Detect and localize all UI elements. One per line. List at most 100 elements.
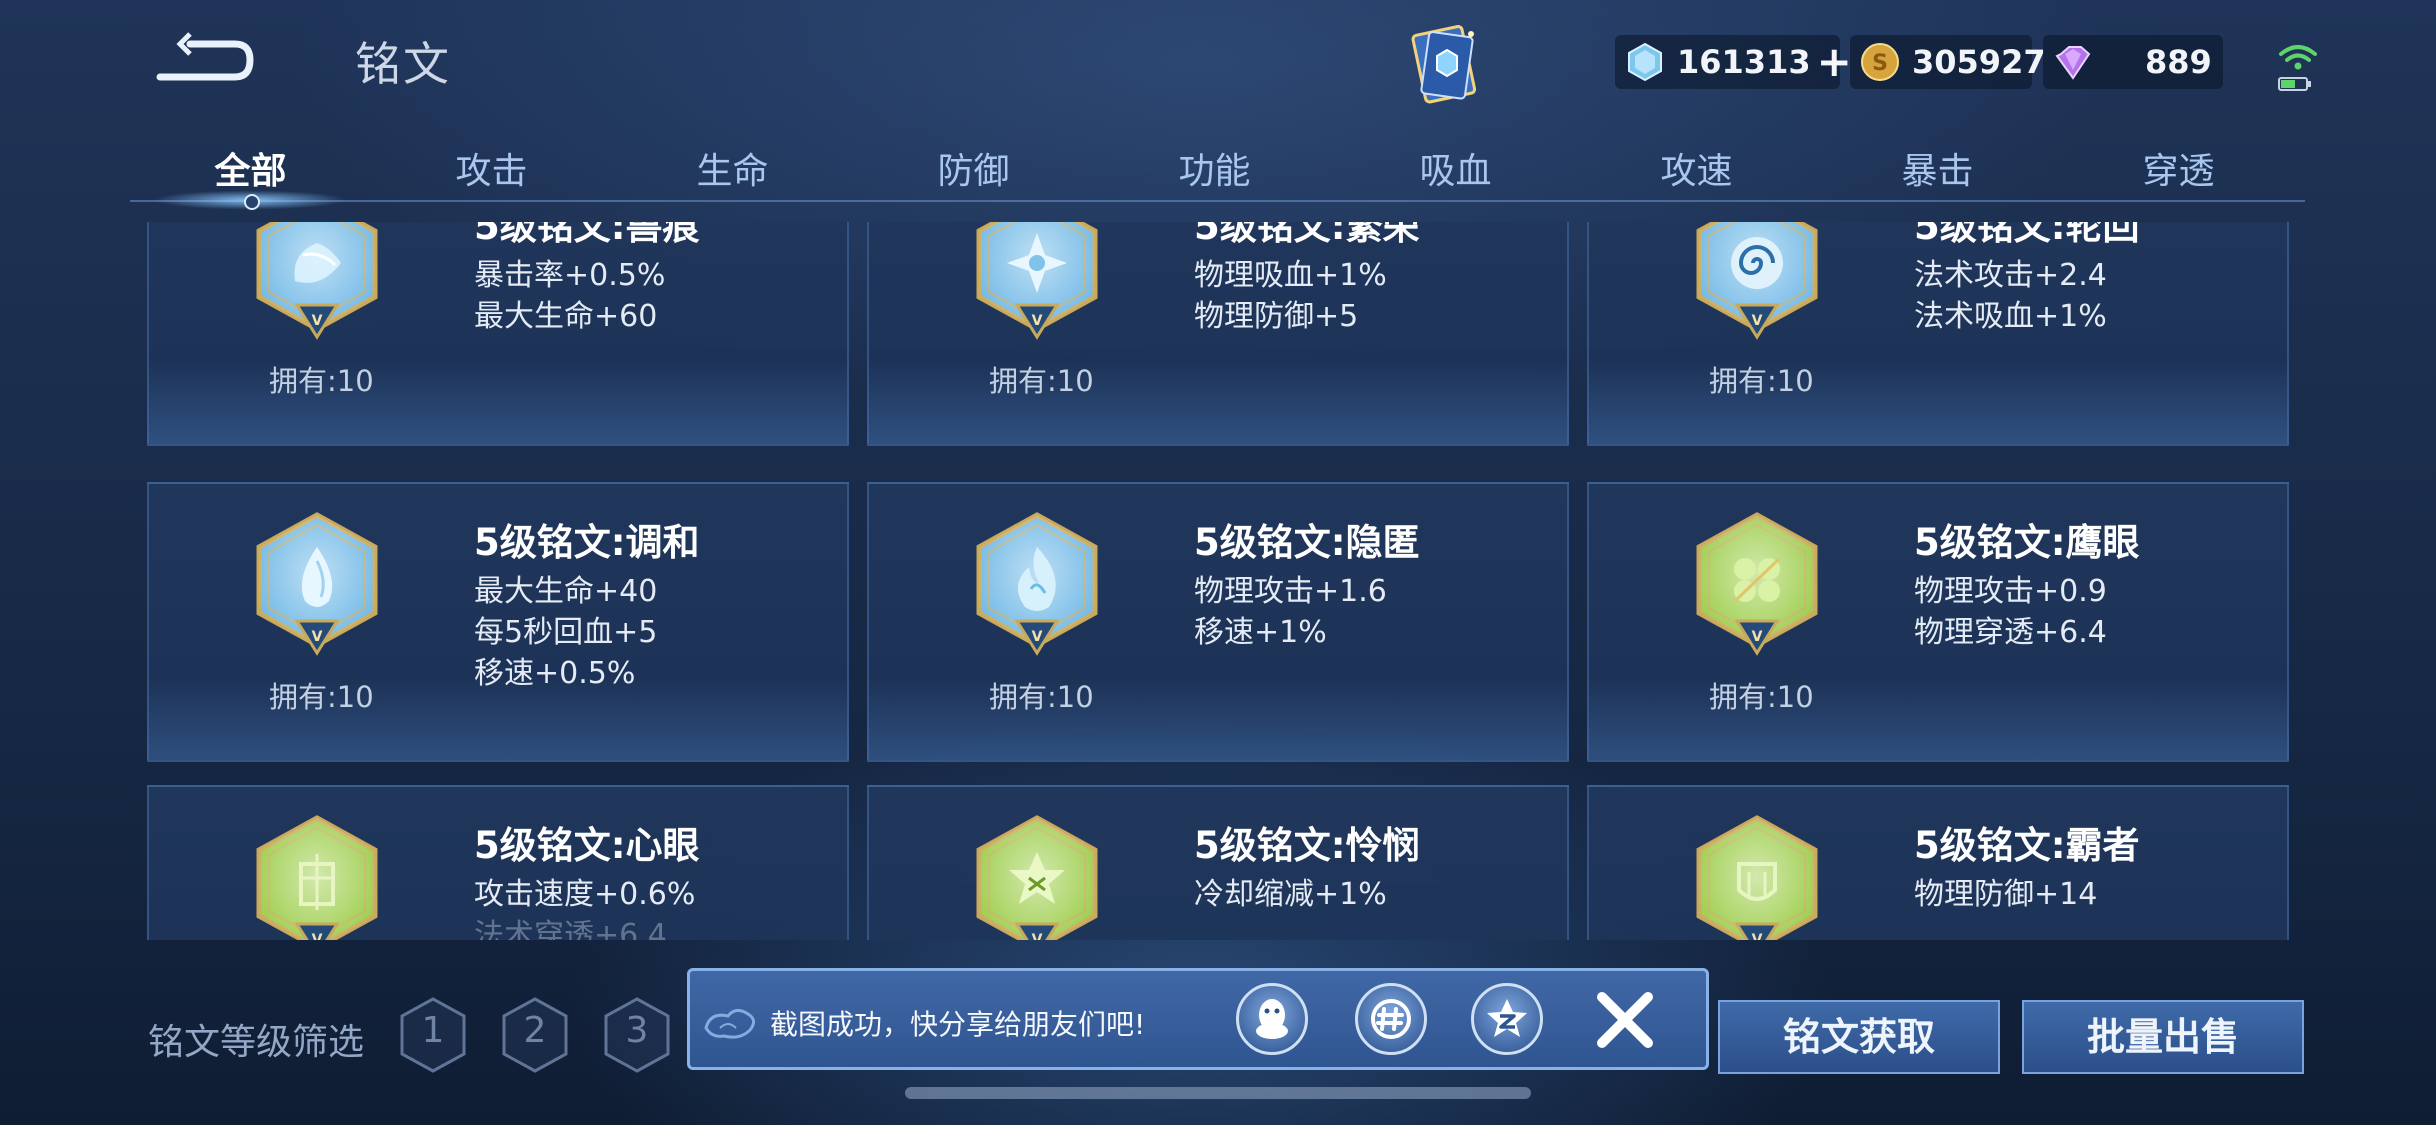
inscription-icon: V: [251, 509, 383, 659]
wifi-icon: [2278, 45, 2317, 91]
svg-text:V: V: [312, 313, 323, 329]
svg-text:V: V: [1752, 313, 1763, 329]
purple-gem-icon: [2053, 42, 2093, 82]
tabs-divider: [130, 200, 2305, 202]
wechat-moments-icon: [1371, 999, 1411, 1039]
inscription-pack-button[interactable]: [1405, 20, 1485, 110]
gold-coin-icon: S: [1860, 42, 1900, 82]
back-arrow-icon: [156, 32, 254, 81]
inscription-card[interactable]: V 5级铭文:怜悯 冷却缩减+1%: [867, 785, 1569, 940]
inscription-icon: V: [251, 812, 383, 940]
level-number: 1: [421, 1010, 445, 1051]
category-tabs: 全部 攻击 生命 防御 功能 吸血 攻速 暴击 穿透: [130, 135, 2300, 205]
inscription-name: 5级铭文:鹰眼: [1914, 521, 2140, 564]
inscription-name: 5级铭文:轮回: [1914, 222, 2140, 248]
inscription-stat: 物理穿透+6.4: [1914, 615, 2107, 650]
owned-count: 拥有:10: [989, 364, 1094, 398]
inscription-icon: V: [1691, 812, 1823, 940]
tab-critical[interactable]: 暴击: [1817, 135, 2058, 205]
inscription-stat: 冷却缩减+1%: [1194, 877, 1387, 912]
inscription-name: 5级铭文:隐匿: [1194, 521, 1420, 564]
home-indicator[interactable]: [905, 1087, 1531, 1099]
qzone-icon: [1487, 999, 1527, 1037]
owned-count: 拥有:10: [1709, 680, 1814, 714]
inscription-card[interactable]: V 5级铭文:心眼 攻击速度+0.6% 法术穿透+6.4: [147, 785, 849, 940]
share-message: 截图成功，快分享给朋友们吧!: [770, 1008, 1146, 1041]
svg-text:V: V: [1752, 932, 1763, 940]
close-toast-button[interactable]: [1590, 985, 1660, 1055]
network-status: [2275, 38, 2321, 92]
inscription-stat: 物理吸血+1%: [1194, 258, 1387, 293]
tab-attack[interactable]: 攻击: [371, 135, 612, 205]
tab-penetration[interactable]: 穿透: [2058, 135, 2299, 205]
inscription-icon: V: [1691, 509, 1823, 659]
svg-text:V: V: [1032, 629, 1043, 645]
batch-sell-button[interactable]: 批量出售: [2022, 1000, 2304, 1074]
qq-icon: [1256, 999, 1288, 1039]
add-diamond-button[interactable]: +: [1817, 41, 1852, 83]
svg-text:V: V: [312, 629, 323, 645]
page-title: 铭文: [355, 37, 451, 91]
inscription-stat: 物理防御+14: [1914, 877, 2098, 912]
inscription-icon: V: [251, 222, 383, 343]
inscription-name: 5级铭文:心眼: [474, 824, 700, 867]
inscription-stat: 法术穿透+6.4: [474, 918, 667, 940]
tab-attack-speed[interactable]: 攻速: [1576, 135, 1817, 205]
inscription-icon: V: [971, 222, 1103, 343]
inscription-name: 5级铭文:繁荣: [1194, 222, 1420, 248]
gold-amount: 305927: [1912, 43, 2046, 81]
inscription-card[interactable]: V 5级铭文:兽痕 暴击率+0.5% 最大生命+60 拥有:10: [147, 222, 849, 446]
gold-coin-currency: S 305927: [1850, 35, 2046, 89]
inscription-stat: 每5秒回血+5: [474, 615, 658, 650]
inscription-card[interactable]: V 5级铭文:霸者 物理防御+14: [1587, 785, 2289, 940]
tab-utility[interactable]: 功能: [1094, 135, 1335, 205]
level-filter-1[interactable]: 1: [398, 996, 468, 1074]
level-filter-label: 铭文等级筛选: [148, 1022, 365, 1063]
close-icon: [1597, 992, 1653, 1048]
svg-text:V: V: [312, 932, 323, 940]
inscription-stat: 最大生命+60: [474, 299, 658, 334]
diamond-icon: [1625, 42, 1665, 82]
inscription-name: 5级铭文:兽痕: [474, 222, 700, 248]
obtain-inscription-button[interactable]: 铭文获取: [1718, 1000, 2000, 1074]
gem-currency: 889: [2043, 35, 2223, 89]
inscription-name: 5级铭文:调和: [474, 521, 700, 564]
svg-text:V: V: [1032, 932, 1043, 940]
inscription-stat: 最大生命+40: [474, 574, 658, 609]
inscription-stat: 物理攻击+1.6: [1194, 574, 1387, 609]
inscription-card[interactable]: V 5级铭文:鹰眼 物理攻击+0.9 物理穿透+6.4 拥有:10: [1587, 482, 2289, 762]
inscription-card[interactable]: V 5级铭文:调和 最大生命+40 每5秒回血+5 移速+0.5% 拥有:10: [147, 482, 849, 762]
diamond-amount: 161313: [1677, 43, 1811, 81]
tab-health[interactable]: 生命: [612, 135, 853, 205]
inscription-icon: V: [971, 509, 1103, 659]
diamond-currency: 161313 +: [1615, 35, 1852, 89]
inscription-name: 5级铭文:怜悯: [1194, 824, 1420, 867]
inscription-stat: 暴击率+0.5%: [474, 258, 666, 293]
owned-count: 拥有:10: [989, 680, 1094, 714]
tab-defense[interactable]: 防御: [853, 135, 1094, 205]
share-qq-button[interactable]: [1236, 983, 1308, 1055]
level-filter-2[interactable]: 2: [500, 996, 570, 1074]
inscription-card[interactable]: V 5级铭文:繁荣 物理吸血+1% 物理防御+5 拥有:10: [867, 222, 1569, 446]
cloud-swirl-icon: [700, 998, 760, 1048]
active-tab-dot: [244, 194, 260, 210]
inscription-stat: 法术吸血+1%: [1914, 299, 2107, 334]
back-button[interactable]: [150, 22, 260, 92]
inscription-stat: 法术攻击+2.4: [1914, 258, 2107, 293]
level-filter-3[interactable]: 3: [602, 996, 672, 1074]
share-qzone-button[interactable]: [1471, 983, 1543, 1055]
owned-count: 拥有:10: [269, 364, 374, 398]
owned-count: 拥有:10: [269, 680, 374, 714]
inscription-stat: 攻击速度+0.6%: [474, 877, 696, 912]
inscription-card[interactable]: V 5级铭文:轮回 法术攻击+2.4 法术吸血+1% 拥有:10: [1587, 222, 2289, 446]
inscription-grid[interactable]: V 5级铭文:兽痕 暴击率+0.5% 最大生命+60 拥有:10 V 5级铭文:…: [140, 222, 2295, 940]
share-wechat-moments-button[interactable]: [1355, 983, 1427, 1055]
gem-amount: 889: [2145, 43, 2212, 81]
owned-count: 拥有:10: [1709, 364, 1814, 398]
tab-lifesteal[interactable]: 吸血: [1335, 135, 1576, 205]
level-number: 3: [625, 1010, 649, 1051]
inscription-card[interactable]: V 5级铭文:隐匿 物理攻击+1.6 移速+1% 拥有:10: [867, 482, 1569, 762]
svg-text:S: S: [1872, 51, 1888, 76]
inscription-stat: 物理攻击+0.9: [1914, 574, 2107, 609]
level-number: 2: [523, 1010, 547, 1051]
